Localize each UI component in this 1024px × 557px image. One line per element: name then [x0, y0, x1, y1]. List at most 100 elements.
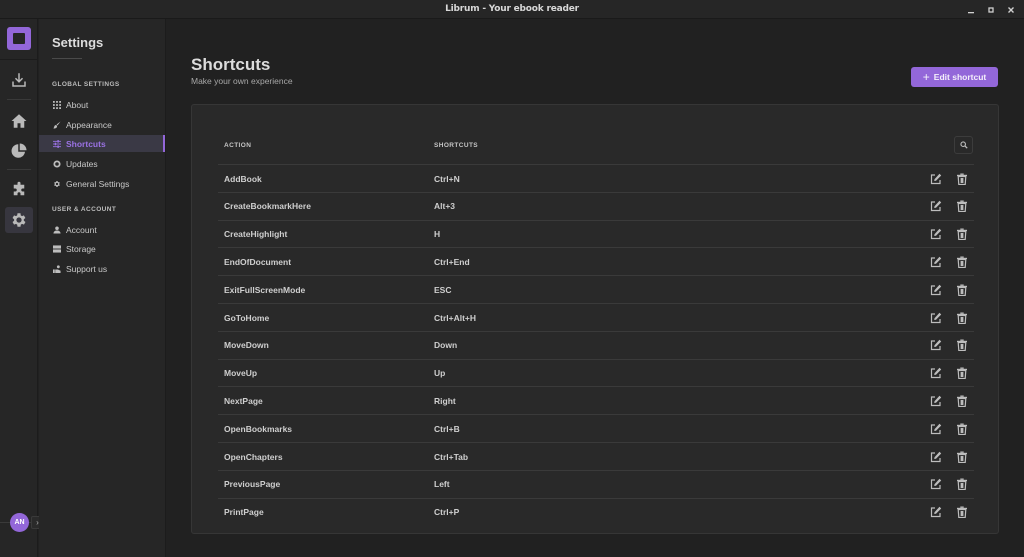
sidebar-item-storage[interactable]: Storage: [39, 240, 165, 257]
sidebar-item-updates[interactable]: Updates: [39, 155, 165, 172]
brush-icon: [52, 120, 61, 129]
edit-button[interactable]: [929, 477, 943, 491]
delete-button[interactable]: [955, 450, 969, 464]
edit-icon: [930, 228, 942, 240]
window-title: Librum - Your ebook reader: [445, 4, 579, 14]
sidebar-item-shortcuts[interactable]: Shortcuts: [39, 135, 165, 152]
table-row: EndOfDocument Ctrl+End: [218, 247, 974, 275]
shortcut-key: Ctrl+N: [434, 173, 460, 184]
shortcut-key: ESC: [434, 284, 452, 295]
edit-button[interactable]: [929, 394, 943, 408]
divider: [52, 58, 82, 59]
edit-icon: [930, 312, 942, 323]
sidebar-item-about[interactable]: About: [39, 96, 165, 113]
section-label-global: GLOBAL SETTINGS: [52, 81, 120, 88]
table-row: MoveDown Down: [218, 330, 974, 359]
sidebar-item-support-us[interactable]: Support us: [39, 260, 165, 277]
download-button[interactable]: [5, 67, 33, 93]
edit-button[interactable]: [929, 338, 943, 352]
delete-button[interactable]: [955, 227, 969, 241]
table-row: NextPage Right: [218, 386, 974, 414]
delete-button[interactable]: [955, 338, 969, 352]
storage-icon: [52, 244, 61, 253]
table-row: GoToHome Ctrl+Alt+H: [218, 303, 974, 331]
delete-button[interactable]: [955, 477, 969, 491]
delete-button[interactable]: [955, 422, 969, 436]
shortcut-key: Up: [434, 368, 446, 379]
home-button[interactable]: [5, 108, 33, 134]
sidebar-item-label: About: [66, 99, 89, 110]
gear-icon: [12, 213, 26, 227]
sidebar-item-appearance[interactable]: Appearance: [39, 116, 165, 133]
divider: [7, 169, 31, 170]
action-name: MoveDown: [224, 340, 269, 351]
trash-icon: [957, 200, 967, 213]
shortcut-key: Ctrl+Alt+H: [434, 312, 477, 323]
trash-icon: [957, 284, 967, 296]
action-name: CreateBookmarkHere: [224, 201, 311, 212]
edit-icon: [930, 506, 942, 518]
minimize-button[interactable]: [966, 5, 976, 15]
trash-icon: [957, 395, 967, 407]
delete-button[interactable]: [955, 172, 969, 186]
sidebar-item-label: Shortcuts: [66, 138, 106, 149]
sidebar-item-label: Appearance: [66, 119, 112, 130]
delete-button[interactable]: [955, 199, 969, 213]
close-button[interactable]: [1006, 5, 1016, 15]
table-row: OpenChapters Ctrl+Tab: [218, 442, 974, 470]
section-label-user-account: USER & ACCOUNT: [52, 206, 117, 213]
edit-button[interactable]: [929, 172, 943, 186]
edit-button[interactable]: [929, 505, 943, 519]
user-icon: [52, 225, 61, 234]
edit-icon: [930, 340, 942, 351]
edit-icon: [930, 256, 942, 267]
edit-button[interactable]: [929, 422, 943, 436]
edit-shortcut-label: Edit shortcut: [933, 72, 987, 82]
trash-icon: [957, 506, 967, 519]
shortcuts-table: ACTION SHORTCUTS AddBook Ctrl+N CreateBo…: [191, 104, 999, 534]
edit-button[interactable]: [929, 311, 943, 325]
delete-button[interactable]: [955, 394, 969, 408]
settings-button[interactable]: [5, 207, 33, 233]
action-name: CreateHighlight: [224, 229, 288, 240]
shortcut-key: Right: [434, 395, 456, 406]
maximize-button[interactable]: [986, 5, 996, 15]
edit-button[interactable]: [929, 450, 943, 464]
shortcut-key: Ctrl+B: [434, 423, 460, 434]
edit-button[interactable]: [929, 366, 943, 380]
avatar[interactable]: AN: [10, 513, 29, 532]
plugins-button[interactable]: [5, 177, 33, 203]
statistics-button[interactable]: [5, 138, 33, 164]
search-button[interactable]: [954, 136, 973, 154]
app-logo[interactable]: [7, 27, 31, 50]
table-row: PrintPage Ctrl+P: [218, 497, 974, 526]
delete-button[interactable]: [955, 255, 969, 269]
sidebar-item-label: Account: [66, 224, 97, 235]
action-name: GoToHome: [224, 312, 270, 323]
sidebar-item-general-settings[interactable]: General Settings: [39, 175, 165, 192]
edit-button[interactable]: [929, 283, 943, 297]
table-row: PreviousPage Left: [218, 469, 974, 498]
edit-shortcut-button[interactable]: + Edit shortcut: [911, 67, 998, 87]
trash-icon: [957, 478, 967, 491]
sidebar-item-account[interactable]: Account: [39, 221, 165, 238]
edit-button[interactable]: [929, 227, 943, 241]
divider: [0, 59, 38, 60]
plus-icon: +: [922, 70, 930, 84]
delete-button[interactable]: [955, 366, 969, 380]
delete-button[interactable]: [955, 283, 969, 297]
icon-sidebar: [0, 19, 38, 557]
trash-icon: [957, 228, 967, 241]
delete-button[interactable]: [955, 311, 969, 325]
download-icon: [12, 73, 26, 87]
edit-button[interactable]: [929, 199, 943, 213]
edit-icon: [930, 395, 942, 406]
edit-button[interactable]: [929, 255, 943, 269]
edit-icon: [930, 173, 942, 184]
delete-button[interactable]: [955, 505, 969, 519]
home-icon: [11, 114, 27, 128]
divider: [7, 99, 31, 100]
trash-icon: [957, 173, 967, 185]
close-icon: [1008, 6, 1014, 13]
trash-icon: [957, 312, 967, 324]
